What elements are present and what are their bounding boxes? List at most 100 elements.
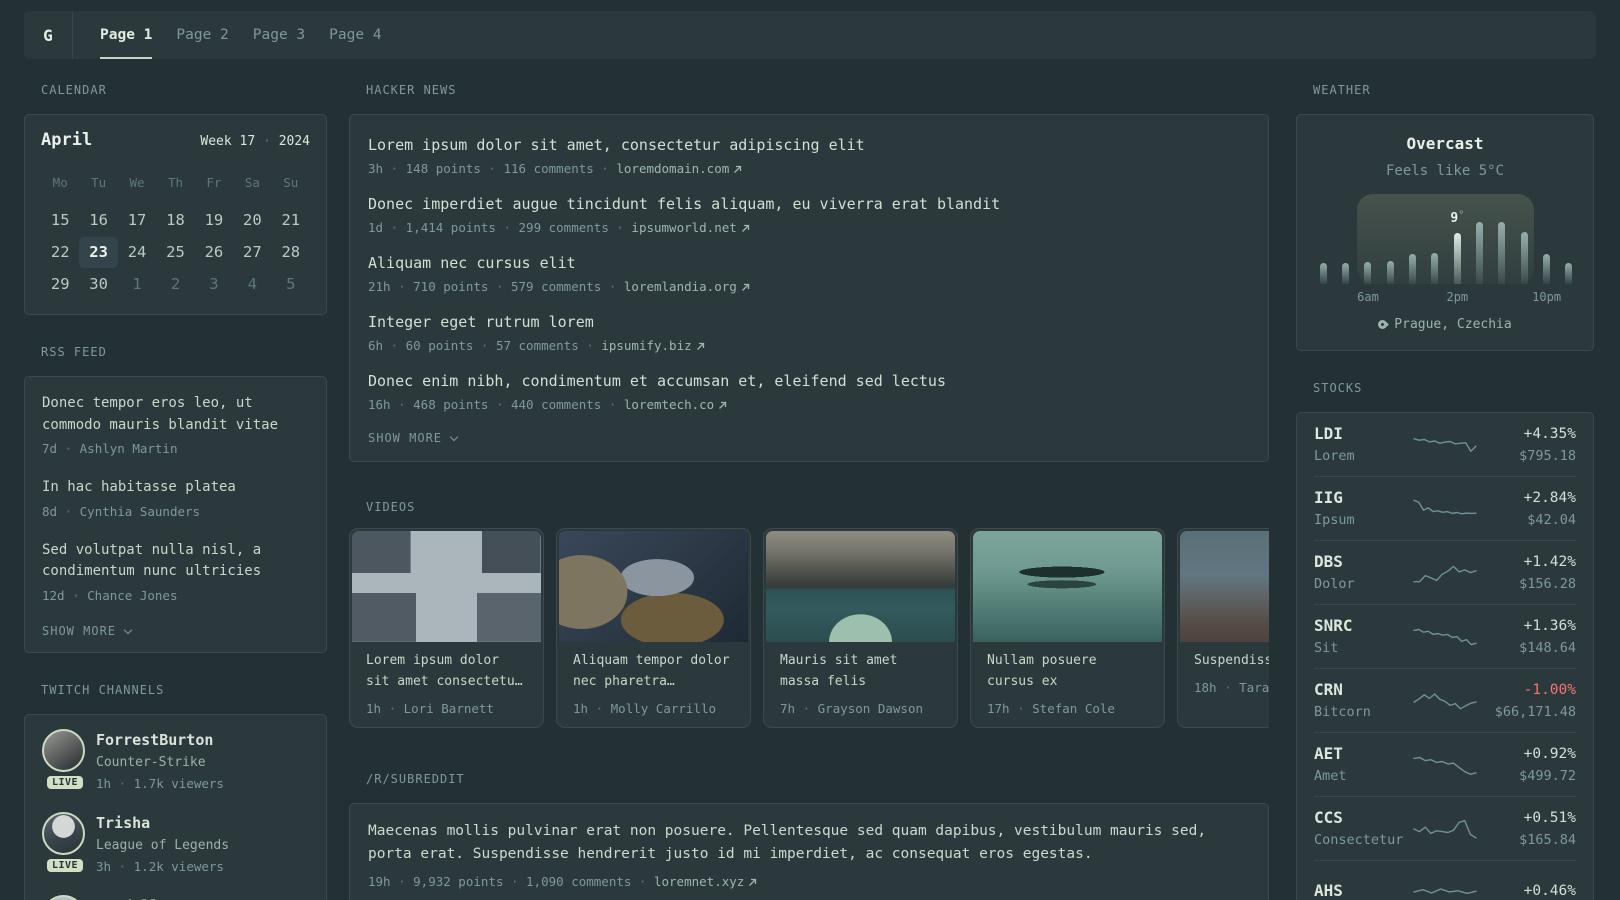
stock-name: Dolor <box>1314 576 1355 592</box>
twitch-channel-name[interactable]: ForrestBurton <box>96 731 224 750</box>
stock-change: +4.35% <box>1523 426 1576 442</box>
video-thumbnail <box>559 531 748 642</box>
hackernews-item-title[interactable]: Donec imperdiet augue tincidunt felis al… <box>368 194 1250 215</box>
videos-widget: VIDEOS Lorem ipsum dolor sit amet consec… <box>349 501 1269 728</box>
hackernews-item-meta: 16h · 468 points · 440 comments · loremt… <box>368 395 1250 414</box>
hackernews-item-domain-link[interactable]: ipsumify.biz <box>601 338 704 353</box>
app-logo[interactable]: G <box>24 11 72 59</box>
external-link-icon <box>741 224 749 232</box>
calendar-weekday: Th <box>167 175 184 190</box>
meta-separator: · <box>111 775 134 791</box>
hackernews-show-more-button[interactable]: SHOW MORE <box>368 431 1250 445</box>
stock-symbol-block: LDI Lorem <box>1314 424 1412 465</box>
video-card[interactable]: Suspendisse diam 18h · Tara <box>1177 528 1269 728</box>
weather-bar <box>1409 254 1417 284</box>
subreddit-post-title[interactable]: Maecenas mollis pulvinar erat non posuer… <box>368 820 1250 866</box>
hackernews-item-title[interactable]: Donec enim nibh, condimentum et accumsan… <box>368 371 1250 392</box>
hackernews-item-meta: 6h · 60 points · 57 comments · ipsumify.… <box>368 336 1250 355</box>
rss-item-title[interactable]: Sed volutpat nulla nisl, a condimentum n… <box>42 540 309 583</box>
hackernews-item-domain-link[interactable]: loremtech.co <box>624 397 727 412</box>
stock-price-block: +1.36% $148.64 <box>1478 616 1576 657</box>
rss-item: In hac habitasse platea 8d · Cynthia Saun… <box>42 477 309 521</box>
external-link <box>692 338 705 353</box>
stock-price-block: +2.84% $42.04 <box>1478 488 1576 529</box>
stock-sparkline <box>1412 495 1478 523</box>
twitch-channel-name[interactable]: KendallCarr <box>96 897 195 900</box>
rss-item-title[interactable]: Donec tempor eros leo, ut commodo mauris… <box>42 393 309 436</box>
stock-row[interactable]: LDI Lorem +4.35% $795.18 <box>1314 413 1576 477</box>
stock-symbol-block: IIG Ipsum <box>1314 488 1412 529</box>
avatar <box>42 811 85 855</box>
twitch-channel-game[interactable]: League of Legends <box>96 836 229 856</box>
stock-row[interactable]: AET Amet +0.92% $499.72 <box>1314 733 1576 797</box>
weather-bar <box>1431 253 1439 284</box>
calendar-weekday-row: Mo Tu We Th Fr Sa Su <box>41 175 310 190</box>
twitch-channel-name[interactable]: Trisha <box>96 814 229 833</box>
stock-symbol: SNRC <box>1314 616 1353 635</box>
hackernews-item: Donec enim nibh, condimentum et accumsan… <box>368 371 1250 414</box>
twitch-widget: TWITCH CHANNELS LIVE ForrestBurton Counter… <box>24 682 327 900</box>
weather-condition: Overcast <box>1406 134 1484 153</box>
external-link <box>714 397 727 412</box>
hackernews-item-title[interactable]: Lorem ipsum dolor sit amet, consectetur … <box>368 135 1250 156</box>
stock-price: $165.84 <box>1519 832 1576 848</box>
twitch-channel-game[interactable]: Counter-Strike <box>96 753 224 773</box>
live-badge: LIVE <box>47 858 84 872</box>
tab-page-4[interactable]: Page 4 <box>329 11 381 59</box>
stock-row[interactable]: IIG Ipsum +2.84% $42.04 <box>1314 477 1576 541</box>
stock-price-block: +1.42% $156.28 <box>1478 552 1576 593</box>
stock-row[interactable]: CCS Consectetur +0.51% $165.84 <box>1314 797 1576 861</box>
stock-sparkline <box>1412 559 1478 587</box>
calendar-day: 20 <box>243 211 262 229</box>
meta-separator: · <box>111 858 134 874</box>
stock-row[interactable]: DBS Dolor +1.42% $156.28 <box>1314 541 1576 605</box>
video-card-body: Mauris sit amet massa felis 7h · Grayson … <box>764 644 957 718</box>
twitch-channel-row[interactable]: LIVE KendallCarr <box>42 894 309 900</box>
top-navigation: G Page 1 Page 2 Page 3 Page 4 <box>24 11 1596 59</box>
meta-separator: · <box>601 397 624 412</box>
video-card[interactable]: Mauris sit amet massa felis 7h · Grayson … <box>763 528 958 728</box>
tab-page-1[interactable]: Page 1 <box>100 11 153 59</box>
widget-label-twitch: TWITCH CHANNELS <box>41 682 165 697</box>
tab-page-3[interactable]: Page 3 <box>253 11 305 59</box>
stock-row[interactable]: AHS +0.46% <box>1314 861 1576 900</box>
weather-widget: WEATHER Overcast Feels like 5°C 9° 6am 2pm… <box>1296 84 1594 351</box>
video-card[interactable]: Aliquam tempor dolor nec pharetra… 1h · M… <box>556 528 751 728</box>
meta-separator: · <box>608 220 632 235</box>
stock-symbol: AET <box>1314 744 1343 763</box>
video-title[interactable]: Nullam posuere cursus ex <box>987 650 1148 692</box>
rss-show-more-button[interactable]: SHOW MORE <box>42 624 309 638</box>
stock-change: +2.84% <box>1523 490 1576 506</box>
twitch-channel-row[interactable]: LIVE ForrestBurton Counter-Strike 1h · 1.7k… <box>42 728 309 793</box>
subreddit-post-domain-link[interactable]: loremnet.xyz <box>654 874 757 889</box>
meta-separator: · <box>480 161 504 176</box>
calendar-day: 25 <box>166 243 185 261</box>
calendar-day: 5 <box>286 275 296 293</box>
meta-separator: · <box>57 441 80 456</box>
tab-page-2[interactable]: Page 2 <box>176 11 228 59</box>
video-title[interactable]: Aliquam tempor dolor nec pharetra… <box>573 650 734 692</box>
calendar-day: 26 <box>204 243 224 261</box>
hackernews-item-title[interactable]: Aliquam nec cursus elit <box>368 253 1250 274</box>
video-title[interactable]: Suspendisse diam <box>1194 650 1269 671</box>
video-thumbnail <box>973 531 1162 642</box>
hackernews-item-title[interactable]: Integer eget rutrum lorem <box>368 312 1250 333</box>
rss-item-title[interactable]: In hac habitasse platea <box>42 477 309 499</box>
calendar-day: 29 <box>50 275 70 293</box>
video-title[interactable]: Mauris sit amet massa felis <box>780 650 941 692</box>
weather-bar <box>1453 233 1461 284</box>
weather-bar <box>1565 263 1573 284</box>
weather-bar <box>1319 263 1327 284</box>
video-card[interactable]: Lorem ipsum dolor sit amet consectetu… 1h… <box>349 528 544 728</box>
hackernews-item-domain-link[interactable]: ipsumworld.net <box>631 220 749 235</box>
calendar-widget: CALENDAR April Week 17 · 2024 Mo Tu We Th Fr… <box>24 84 327 315</box>
video-title[interactable]: Lorem ipsum dolor sit amet consectetu… <box>366 650 527 692</box>
stock-row[interactable]: CRN Bitcorn -1.00% $66,171.48 <box>1314 669 1576 733</box>
twitch-channel-row[interactable]: LIVE Trisha League of Legends 3h · 1.2k vie… <box>42 811 309 876</box>
stock-row[interactable]: SNRC Sit +1.36% $148.64 <box>1314 605 1576 669</box>
stock-sparkline <box>1412 751 1478 779</box>
hackernews-item-domain-link[interactable]: loremdomain.com <box>616 161 742 176</box>
hackernews-item-domain-link[interactable]: loremlandia.org <box>624 279 750 294</box>
calendar-weekday: Sa <box>244 175 260 190</box>
video-card[interactable]: Nullam posuere cursus ex 17h · Stefan Col… <box>970 528 1165 728</box>
